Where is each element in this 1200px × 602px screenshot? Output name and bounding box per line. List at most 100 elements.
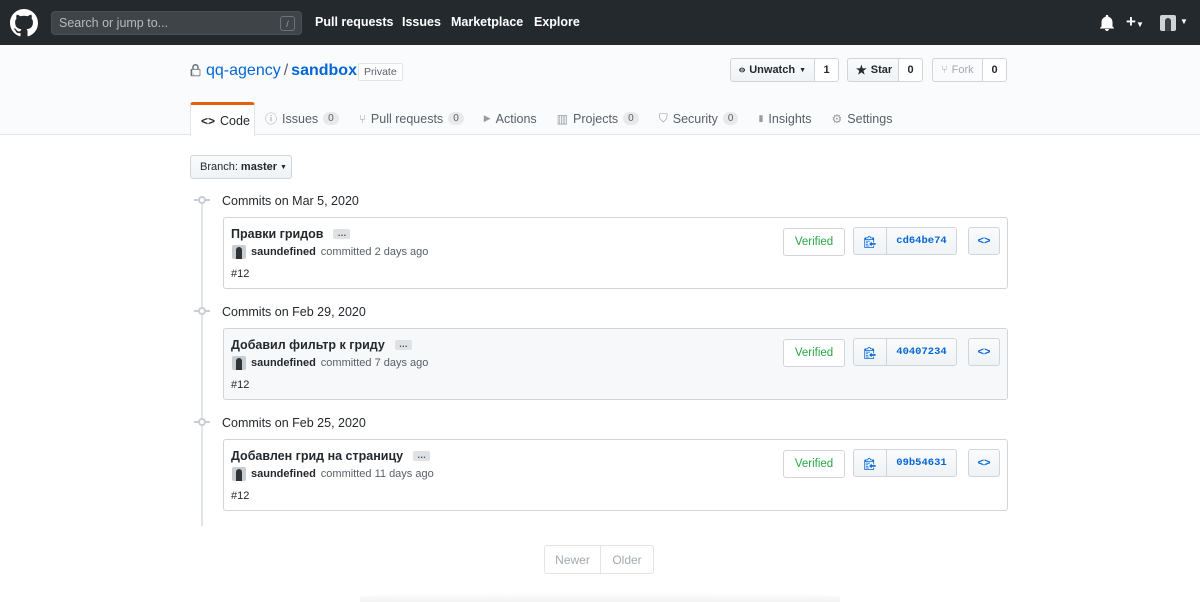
avatar[interactable] xyxy=(232,356,246,370)
tab-projects[interactable]: ▥ Projects 0 xyxy=(547,102,649,135)
tab-counter: 0 xyxy=(722,112,739,125)
clipboard-icon xyxy=(864,346,876,359)
tab-pull-requests[interactable]: ⑂ Pull requests 0 xyxy=(349,102,474,135)
copy-sha-button[interactable] xyxy=(853,338,887,366)
verified-badge[interactable]: Verified xyxy=(783,228,845,256)
star-button-group: ★ Star 0 xyxy=(847,58,923,82)
verified-badge[interactable]: Verified xyxy=(783,450,845,478)
issue-reference[interactable]: #12 xyxy=(231,268,249,280)
chevron-down-icon: ▼ xyxy=(1135,20,1144,29)
lock-icon xyxy=(190,64,201,77)
browse-repo-button[interactable]: <> xyxy=(968,338,1000,366)
commit-message-link[interactable]: Добавлен грид на страницу xyxy=(231,449,403,463)
tab-insights[interactable]: ▮ Insights xyxy=(748,102,821,135)
nav-link-explore[interactable]: Explore xyxy=(534,15,580,29)
expand-ellipsis-button[interactable]: … xyxy=(333,229,351,239)
play-icon: ▶ xyxy=(483,113,491,123)
tab-actions[interactable]: ▶ Actions xyxy=(474,102,547,135)
avatar[interactable] xyxy=(232,467,246,481)
watch-count[interactable]: 1 xyxy=(815,58,839,82)
nav-link-marketplace[interactable]: Marketplace xyxy=(451,15,523,29)
copy-sha-button[interactable] xyxy=(853,227,887,255)
expand-ellipsis-button[interactable]: … xyxy=(394,340,412,350)
commit-item: Добавлен грид на страницу … saundefined … xyxy=(223,439,1008,511)
commit-timeline xyxy=(201,200,203,526)
issue-reference[interactable]: #12 xyxy=(231,379,249,391)
bell-icon[interactable] xyxy=(1100,15,1114,31)
unwatch-button[interactable]: Unwatch ▼ xyxy=(730,58,815,82)
tab-security[interactable]: ⛉ Security 0 xyxy=(649,102,749,135)
star-icon: ★ xyxy=(856,63,867,77)
star-button[interactable]: ★ Star xyxy=(847,58,899,82)
star-label: Star xyxy=(870,64,893,76)
nav-link-issues[interactable]: Issues xyxy=(402,15,441,29)
author-link[interactable]: saundefined xyxy=(251,468,316,480)
fork-icon: ⑂ xyxy=(941,64,948,76)
tab-settings[interactable]: ⚙ Settings xyxy=(822,102,903,135)
graph-icon: ▮ xyxy=(758,113,764,123)
fork-button[interactable]: ⑂ Fork xyxy=(932,58,983,82)
github-logo-icon[interactable] xyxy=(10,9,38,37)
browse-repo-button[interactable]: <> xyxy=(968,449,1000,477)
branch-name: master xyxy=(240,161,277,173)
tab-code[interactable]: <> Code xyxy=(190,102,255,136)
project-icon: ▥ xyxy=(556,111,569,126)
tab-issues[interactable]: ⓘ Issues 0 xyxy=(255,102,349,135)
avatar-chevron-down-icon[interactable]: ▼ xyxy=(1180,17,1188,26)
commit-sha-link[interactable]: 09b54631 xyxy=(887,449,957,477)
unwatch-label: Unwatch xyxy=(749,64,796,76)
star-count[interactable]: 0 xyxy=(899,58,923,82)
fork-button-group: ⑂ Fork 0 xyxy=(932,58,1007,82)
commit-group-title: Commits on Mar 5, 2020 xyxy=(222,194,359,208)
commit-message-link[interactable]: Правки гридов xyxy=(231,227,323,241)
nav-link-pull-requests[interactable]: Pull requests xyxy=(315,15,394,29)
tab-counter: 0 xyxy=(323,112,339,125)
tab-label: Projects xyxy=(573,111,619,126)
tab-label: Code xyxy=(220,113,250,128)
expand-ellipsis-button[interactable]: … xyxy=(413,451,431,461)
repo-owner-link[interactable]: qq-agency xyxy=(206,62,281,79)
verified-badge[interactable]: Verified xyxy=(783,339,845,367)
user-avatar[interactable] xyxy=(1160,15,1176,31)
newer-button[interactable]: Newer xyxy=(544,545,601,574)
commit-time: committed 7 days ago xyxy=(320,357,429,369)
older-button[interactable]: Older xyxy=(601,545,654,574)
repo-separator: / xyxy=(283,62,289,79)
fork-count[interactable]: 0 xyxy=(983,58,1007,82)
create-new-button[interactable]: +▼ xyxy=(1126,12,1144,32)
author-link[interactable]: saundefined xyxy=(251,246,316,258)
commit-message-link[interactable]: Добавил фильтр к гриду xyxy=(231,338,385,352)
clipboard-icon xyxy=(864,235,876,248)
repo-name-link[interactable]: sandbox xyxy=(291,62,357,79)
sha-button-group: 09b54631 xyxy=(853,449,957,477)
commit-sha-link[interactable]: 40407234 xyxy=(887,338,957,366)
copy-sha-button[interactable] xyxy=(853,449,887,477)
commit-group-dot-icon xyxy=(194,196,210,204)
search-input[interactable]: Search or jump to... / xyxy=(51,11,302,35)
tab-label: Security xyxy=(672,111,718,126)
code-icon: <> xyxy=(977,346,991,358)
branch-prefix: Branch: xyxy=(200,161,238,173)
commit-group-dot-icon xyxy=(194,418,210,426)
browse-repo-button[interactable]: <> xyxy=(968,227,1000,255)
commit-group-dot-icon xyxy=(194,307,210,315)
commit-meta: saundefined committed 2 days ago xyxy=(232,245,428,259)
commit-item: Правки гридов … saundefined committed 2 … xyxy=(223,217,1008,289)
author-link[interactable]: saundefined xyxy=(251,357,316,369)
commit-sha-link[interactable]: cd64be74 xyxy=(887,227,957,255)
sha-button-group: 40407234 xyxy=(853,338,957,366)
search-placeholder: Search or jump to... xyxy=(59,16,169,30)
tab-label: Actions xyxy=(495,111,537,126)
pagination: Newer Older xyxy=(544,545,654,574)
footer-shadow xyxy=(360,592,840,602)
clipboard-icon xyxy=(864,457,876,470)
eye-icon xyxy=(739,67,746,73)
top-navigation: Search or jump to... / Pull requests Iss… xyxy=(0,0,1200,45)
pull-request-icon: ⑂ xyxy=(358,111,366,126)
issue-reference[interactable]: #12 xyxy=(231,490,249,502)
avatar[interactable] xyxy=(232,245,246,259)
branch-select-button[interactable]: Branch: master ▼ xyxy=(190,155,292,179)
fork-label: Fork xyxy=(951,64,974,76)
slash-shortcut-icon: / xyxy=(280,16,295,31)
commit-time: committed 2 days ago xyxy=(320,246,429,258)
